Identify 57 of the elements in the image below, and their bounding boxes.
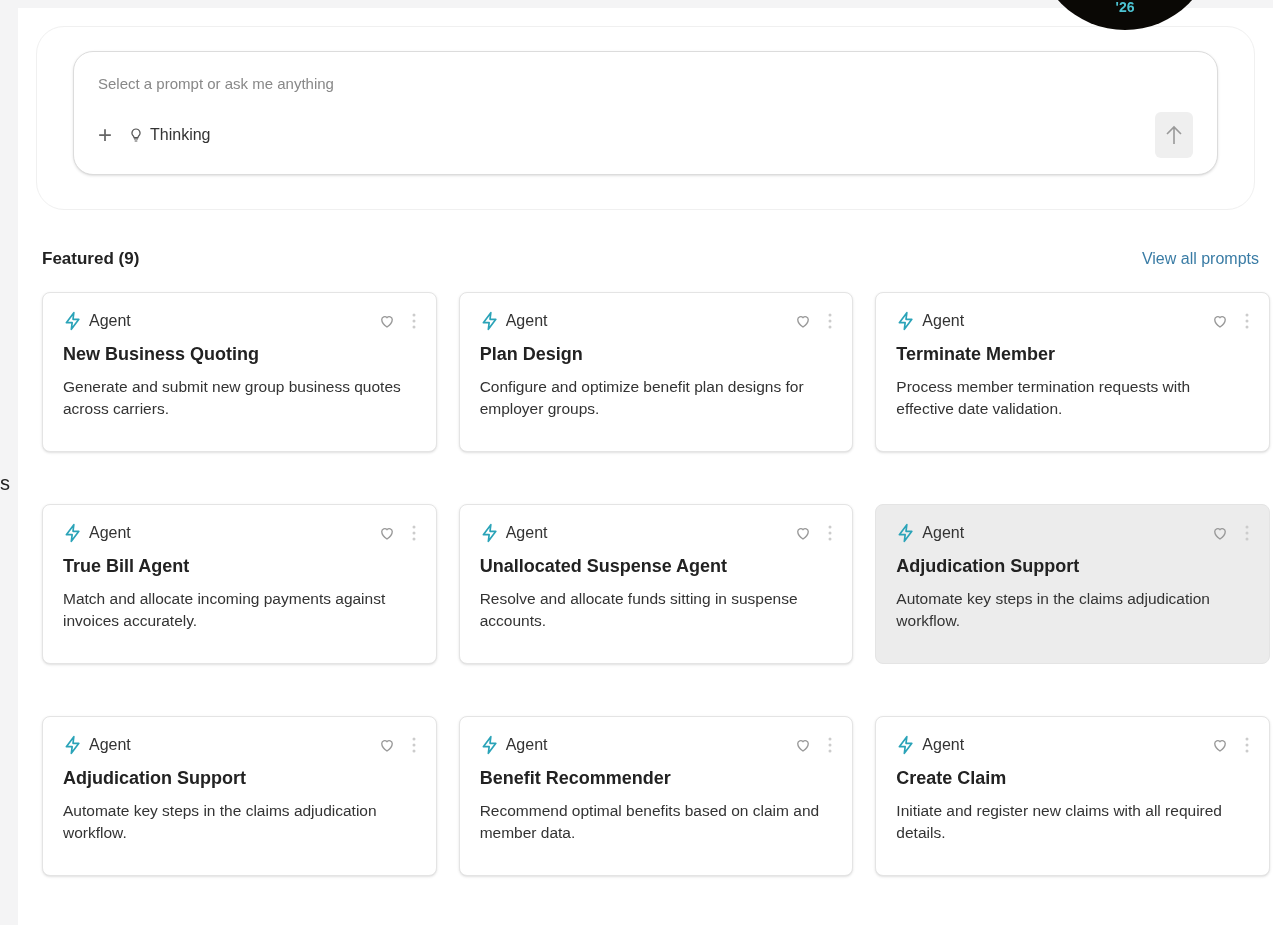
more-icon[interactable] — [828, 312, 833, 329]
agent-tag: Agent — [89, 308, 131, 333]
agent-tag: Agent — [89, 520, 131, 545]
featured-heading: Featured (9) — [42, 248, 140, 270]
lightbulb-icon — [128, 126, 144, 144]
more-icon[interactable] — [1245, 312, 1249, 329]
lightning-icon — [63, 310, 83, 331]
agent-tag: Agent — [505, 732, 548, 757]
card-title: Adjudication Support — [63, 766, 247, 790]
agent-card[interactable]: Agent Adjudication Support Automate key steps in the claims adjudication workflow. — [42, 715, 437, 876]
view-all-link[interactable]: View all prompts — [1141, 246, 1259, 271]
card-title: Adjudication Support — [896, 554, 1081, 578]
prompt-field[interactable]: Select a prompt or ask me anything + Thinking — [73, 51, 1218, 175]
agent-card[interactable]: Agent Adjudication Support Automate key steps in the claims adjudication workflow. — [875, 503, 1270, 664]
agent-card[interactable]: Agent Benefit Recommender Recommend optimal benefits based on claim and member data. — [458, 715, 854, 876]
card-description: Match and allocate incoming payments against invoices accurately. — [63, 588, 387, 631]
agent-card[interactable]: Agent Unallocated Suspense Agent Resolve and allocate funds sitting in suspense accounts. — [458, 503, 854, 664]
more-icon[interactable] — [411, 736, 416, 753]
more-icon[interactable] — [828, 524, 833, 541]
card-title: New Business Quoting — [63, 342, 261, 366]
more-icon[interactable] — [828, 736, 833, 753]
lightning-icon — [63, 522, 83, 543]
agent-card[interactable]: Agent New Business Quoting Generate and submit new group business quotes across carriers. — [42, 291, 437, 452]
card-description: Generate and submit new group business quotes across carriers. — [63, 376, 402, 419]
card-description: Automate key steps in the claims adjudication workflow. — [896, 588, 1211, 631]
agent-tag: Agent — [922, 732, 965, 757]
more-icon[interactable] — [411, 524, 416, 541]
edge-text: s — [0, 470, 11, 496]
agent-tag: Agent — [505, 308, 548, 333]
card-description: Configure and optimize benefit plan designs for employer groups. — [479, 376, 805, 419]
card-title: Unallocated Suspense Agent — [479, 554, 729, 578]
agent-card[interactable]: Agent Plan Design Configure and optimize benefit plan designs for employer groups. — [458, 291, 854, 452]
agent-tag: Agent — [89, 732, 131, 757]
card-title: Plan Design — [479, 342, 584, 366]
more-icon[interactable] — [1245, 736, 1249, 753]
card-description: Recommend optimal benefits based on claim and member data. — [479, 800, 821, 843]
card-description: Initiate and register new claims with all required details. — [896, 800, 1223, 843]
send-button[interactable] — [1155, 112, 1193, 158]
more-icon[interactable] — [1245, 524, 1249, 541]
card-description: Process member termination requests with effective date validation. — [896, 376, 1192, 419]
agent-tag: Agent — [922, 520, 965, 545]
agent-card[interactable]: Agent Create Claim Initiate and register new claims with all required details. — [875, 715, 1270, 876]
lightning-icon — [63, 734, 83, 755]
agent-card[interactable]: Agent True Bill Agent Match and allocate incoming payments against invoices accurately. — [42, 503, 437, 664]
card-title: True Bill Agent — [63, 554, 191, 578]
agent-tag: Agent — [922, 308, 965, 333]
card-title: Benefit Recommender — [479, 766, 672, 790]
card-description: Automate key steps in the claims adjudication workflow. — [63, 800, 378, 843]
arrow-up-icon — [1164, 124, 1184, 146]
agent-tag: Agent — [505, 520, 548, 545]
add-button[interactable]: + — [98, 123, 112, 147]
card-title: Terminate Member — [896, 342, 1057, 366]
agent-card[interactable]: Agent Terminate Member Process member termination requests with effective date validation. — [875, 291, 1270, 452]
card-description: Resolve and allocate funds sitting in suspense accounts. — [479, 588, 799, 631]
thinking-button[interactable]: Thinking — [128, 123, 211, 147]
more-icon[interactable] — [411, 312, 416, 329]
card-title: Create Claim — [896, 766, 1008, 790]
